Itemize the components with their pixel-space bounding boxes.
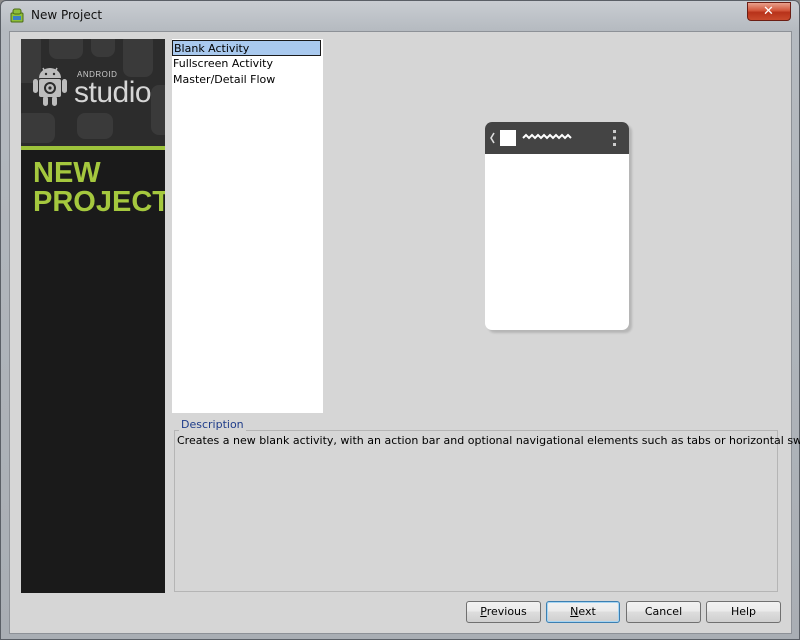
banner-pattern-tile: [91, 39, 115, 57]
banner-pattern-tile: [151, 85, 165, 135]
new-project-window: New Project ✕ ANDROID studio NEW PROJECT…: [0, 0, 800, 640]
banner-pattern-tile: [49, 39, 83, 59]
banner-heading-line2: PROJECT: [33, 186, 165, 218]
banner-pattern-tile: [21, 113, 55, 143]
template-item-blank-activity[interactable]: Blank Activity: [172, 40, 321, 56]
cancel-label: Cancel: [644, 605, 683, 618]
banner-header: ANDROID studio: [21, 39, 165, 147]
android-studio-banner: ANDROID studio NEW PROJECT: [21, 39, 165, 593]
android-studio-icon: [10, 8, 24, 23]
preview-action-bar: [485, 122, 629, 154]
android-robot-icon: [33, 67, 67, 106]
template-item-label: Fullscreen Activity: [173, 57, 274, 70]
cancel-button[interactable]: Cancel: [626, 601, 701, 623]
banner-pattern-tile: [77, 113, 113, 139]
back-chevron-icon: [490, 132, 495, 144]
banner-heading: NEW PROJECT: [33, 159, 165, 217]
window-title: New Project: [31, 8, 103, 22]
template-item-label: Master/Detail Flow: [173, 73, 276, 86]
help-button[interactable]: Help: [706, 601, 781, 623]
preview-action-bar-graphic: [490, 130, 616, 146]
title-bar[interactable]: New Project ✕: [1, 1, 799, 31]
description-text: Creates a new blank activity, with an ac…: [177, 434, 800, 447]
previous-label: revious: [486, 605, 527, 618]
banner-pattern-tile: [123, 39, 153, 77]
banner-accent-line: [21, 146, 165, 150]
brand-studio-label: studio: [74, 76, 152, 109]
help-label: Help: [730, 605, 757, 618]
template-list[interactable]: Blank Activity Fullscreen Activity Maste…: [172, 39, 323, 413]
description-legend: Description: [179, 418, 246, 431]
title-squiggle: [522, 133, 572, 140]
template-item-label: Blank Activity: [174, 42, 250, 55]
overflow-menu-icon: [613, 130, 616, 146]
close-button[interactable]: ✕: [747, 2, 791, 21]
template-preview: [485, 122, 629, 330]
wizard-body: ANDROID studio NEW PROJECT Blank Activit…: [9, 31, 800, 634]
next-button[interactable]: Next: [546, 601, 620, 623]
template-item-fullscreen-activity[interactable]: Fullscreen Activity: [172, 56, 321, 72]
close-icon: ✕: [763, 4, 774, 19]
app-logo-placeholder: [500, 130, 516, 146]
next-label: ext: [578, 605, 596, 618]
description-group: [174, 430, 778, 592]
banner-heading-line1: NEW: [33, 157, 101, 189]
template-item-master-detail-flow[interactable]: Master/Detail Flow: [172, 72, 321, 88]
previous-button[interactable]: Previous: [466, 601, 541, 623]
